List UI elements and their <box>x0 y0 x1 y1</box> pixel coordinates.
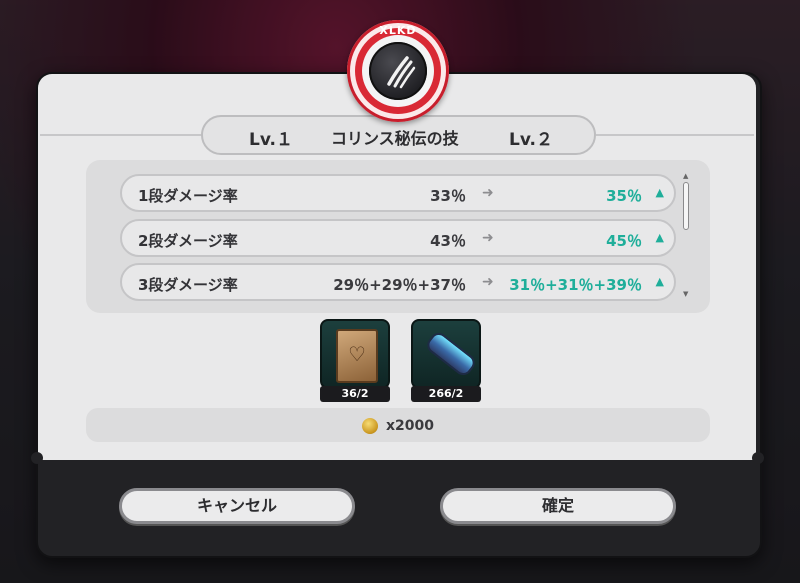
stat-label: 3段ダメージ率 <box>138 276 238 294</box>
increase-triangle-icon: ▲ <box>655 231 664 244</box>
skill-name: コリンス秘伝の技 <box>331 129 459 148</box>
dialog-right-notch <box>752 452 764 464</box>
heart-card-icon: ♡ <box>336 329 378 383</box>
increase-triangle-icon: ▲ <box>655 186 664 199</box>
material-slot[interactable]: ♡ <box>320 319 390 389</box>
current-level: Lv.１ <box>249 130 293 150</box>
next-level: Lv.２ <box>509 130 553 150</box>
confirm-button[interactable]: 確定 <box>440 488 676 524</box>
stat-old-value: 43％ <box>430 232 466 250</box>
gold-coin-icon <box>362 418 378 434</box>
scroll-down-icon[interactable]: ▼ <box>683 290 688 298</box>
material-item[interactable]: ♡ 36/2 <box>320 319 390 402</box>
material-item[interactable]: 266/2 <box>411 319 481 402</box>
cost-amount: x2000 <box>386 418 434 434</box>
scroll-up-icon[interactable]: ▲ <box>683 172 688 180</box>
header-divider-left <box>40 134 202 136</box>
arrow-right-icon: ➜ <box>482 274 494 290</box>
material-count: 36/2 <box>320 386 390 402</box>
claw-scratch-icon <box>369 42 427 100</box>
stat-new-value: 45％ <box>606 232 642 250</box>
stat-label: 2段ダメージ率 <box>138 232 238 250</box>
increase-triangle-icon: ▲ <box>655 275 664 288</box>
stat-new-value: 35％ <box>606 187 642 205</box>
emblem-label: XLKD <box>379 24 417 37</box>
stat-label: 1段ダメージ率 <box>138 187 238 205</box>
material-slot[interactable] <box>411 319 481 389</box>
arrow-right-icon: ➜ <box>482 230 494 246</box>
dialog-left-notch <box>31 452 43 464</box>
header-divider-right <box>596 134 754 136</box>
arrow-right-icon: ➜ <box>482 185 494 201</box>
stat-row: 2段ダメージ率 43％ ➜ 45％ ▲ <box>120 219 676 257</box>
stat-row: 3段ダメージ率 29％+29％+37％ ➜ 31％+31％+39％ ▲ <box>120 263 676 301</box>
material-count: 266/2 <box>411 386 481 402</box>
energy-tube-icon <box>423 329 479 379</box>
stats-scrollbar[interactable]: ▲ ▼ <box>681 172 691 302</box>
stat-old-value: 29％+29％+37％ <box>333 276 466 294</box>
stat-old-value: 33％ <box>430 187 466 205</box>
cancel-button[interactable]: キャンセル <box>119 488 355 524</box>
scroll-thumb[interactable] <box>683 182 689 230</box>
stat-row: 1段ダメージ率 33％ ➜ 35％ ▲ <box>120 174 676 212</box>
stat-new-value: 31％+31％+39％ <box>509 276 642 294</box>
